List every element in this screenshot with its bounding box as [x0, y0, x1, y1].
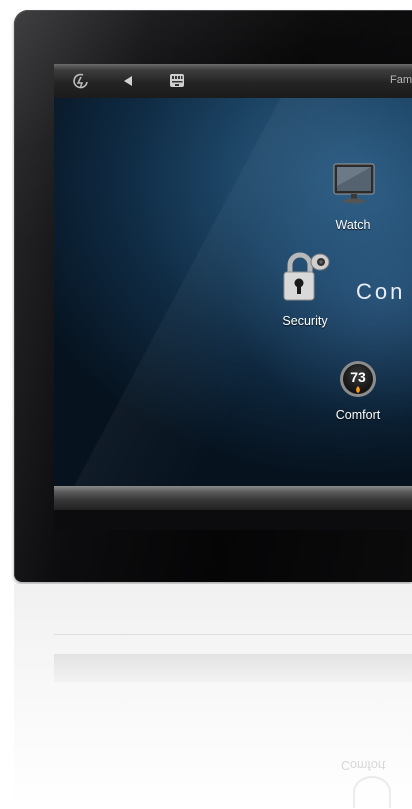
comfort-tile[interactable]: 73 Comfort	[322, 360, 394, 446]
thermostat-icon: 73	[339, 360, 377, 398]
brand-logo-text: Con	[356, 279, 406, 304]
reflection-bar	[54, 654, 412, 682]
temperature-value: 73	[350, 369, 366, 385]
bottom-bar	[54, 486, 412, 510]
home-screen: Watch Security 73 Comfort Con	[54, 98, 412, 486]
comfort-label: Comfort	[335, 408, 381, 422]
reflection-thermostat-icon	[353, 776, 391, 808]
screen-bottom-strip	[54, 510, 412, 530]
watch-tile[interactable]: Watch	[318, 158, 388, 238]
security-label: Security	[282, 314, 328, 328]
power-swirl-icon[interactable]	[72, 72, 90, 90]
padlock-camera-icon	[280, 250, 332, 309]
keypad-icon[interactable]	[168, 72, 186, 90]
watch-label: Watch	[335, 218, 371, 232]
reflection-line	[54, 634, 412, 635]
touch-screen: Fam Watch Security 73 Comfort Con	[54, 64, 412, 530]
room-title[interactable]: Fam	[390, 74, 412, 86]
security-tile[interactable]: Security	[270, 250, 340, 336]
reflection-comfort-label: Comfort	[341, 758, 386, 772]
top-bar: Fam	[54, 64, 412, 99]
tv-icon	[333, 158, 375, 213]
back-arrow-icon[interactable]	[120, 72, 138, 90]
panel-reflection: Comfort	[14, 584, 412, 809]
